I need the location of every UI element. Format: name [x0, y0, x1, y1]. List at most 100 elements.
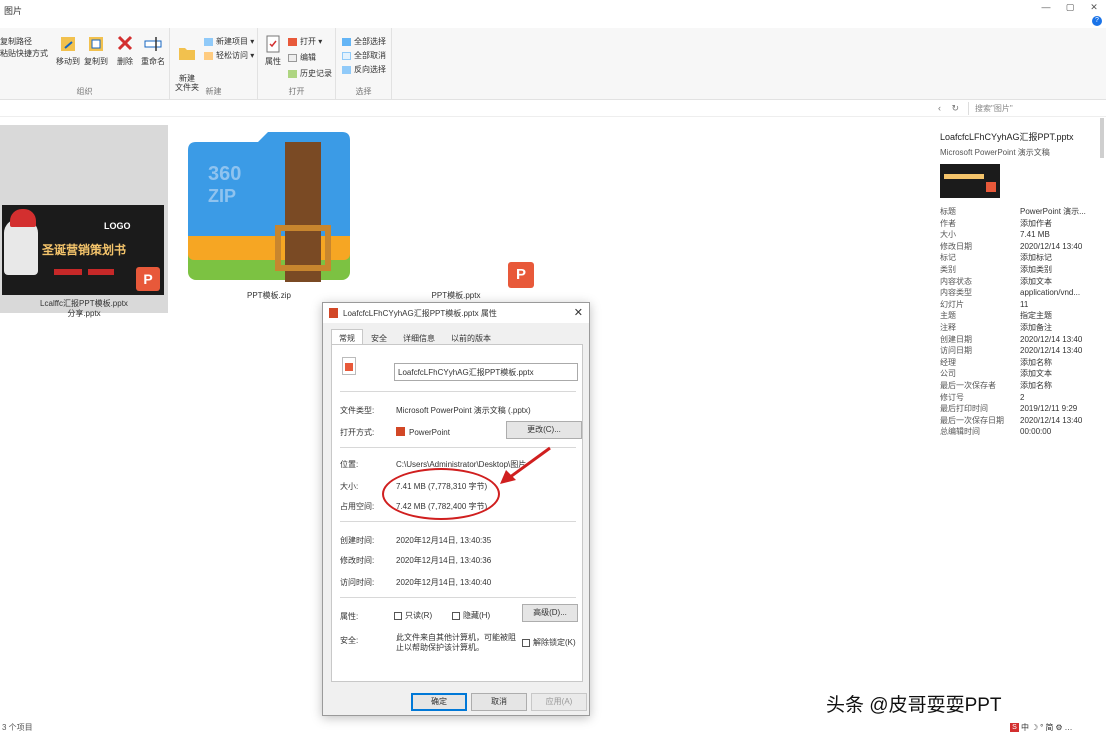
properties-icon — [266, 35, 280, 53]
divider — [340, 597, 576, 598]
file-type-label: 文件类型: — [340, 406, 375, 415]
pptx-thumbnail: LOGO 圣诞营销策划书 P — [2, 205, 164, 295]
annotation-circle — [382, 468, 500, 520]
history-label: 历史记录 — [300, 69, 332, 78]
open-with-app: PowerPoint — [409, 428, 450, 437]
location-label: 位置: — [340, 460, 359, 469]
properties-label: 属性 — [265, 57, 281, 66]
window-title: 图片 — [4, 6, 23, 16]
copy-to-label: 复制到 — [84, 57, 108, 66]
properties-button[interactable]: 属性 — [262, 34, 284, 67]
input-method-icon[interactable]: S — [1010, 723, 1019, 732]
search-input[interactable]: 搜索"图片" — [968, 102, 1093, 115]
checkbox-box — [394, 611, 402, 620]
minimize-button[interactable]: — — [1034, 0, 1058, 14]
hidden-checkbox[interactable]: 隐藏(H) — [452, 610, 490, 621]
folder-icon — [179, 48, 195, 60]
created-value: 2020年12月14日, 13:40:35 — [396, 536, 492, 545]
ribbon-group-new: 新建 文件夹 新建项目 ▾ 轻松访问 ▾ 新建 — [170, 28, 258, 100]
invert-selection-button[interactable]: 反向选择 — [342, 64, 386, 75]
select-none-button[interactable]: 全部取消 — [342, 50, 386, 61]
window-controls: — ▢ ✕ — [1034, 0, 1106, 14]
help-icon[interactable]: ? — [1092, 16, 1102, 26]
ok-button[interactable]: 确定 — [411, 693, 467, 711]
delete-button[interactable]: 删除 — [114, 34, 136, 67]
history-button[interactable]: 历史记录 — [288, 68, 332, 79]
accessed-label: 访问时间: — [340, 578, 375, 587]
tab-previous-versions[interactable]: 以前的版本 — [443, 329, 499, 345]
dialog-close-button[interactable]: ✕ — [574, 306, 583, 319]
copy-to-button[interactable]: 复制到 — [84, 34, 108, 67]
simplified-indicator[interactable]: 简 — [1045, 722, 1053, 733]
watermark-text: 头条 @皮哥耍耍PPT — [826, 695, 1002, 716]
open-button[interactable]: 打开 ▾ — [288, 36, 322, 47]
language-indicator[interactable]: 中 — [1021, 722, 1029, 733]
size-label: 大小: — [340, 482, 359, 491]
advanced-button[interactable]: 高级(D)... — [522, 604, 578, 622]
punctuation-icon[interactable]: ° — [1040, 723, 1043, 732]
checkbox-box — [452, 611, 460, 620]
santa-hat-image — [10, 209, 36, 227]
select-all-button[interactable]: 全部选择 — [342, 36, 386, 47]
rename-button[interactable]: 重命名 — [140, 34, 166, 67]
filename-input[interactable]: LoafcfcLFhCYyhAG汇报PPT模板.pptx — [394, 363, 578, 381]
refresh-icon[interactable]: ‹ ↻ — [938, 103, 963, 114]
powerpoint-file-icon — [329, 308, 338, 318]
new-item-label: 新建项目 ▾ — [216, 37, 255, 46]
cancel-button[interactable]: 取消 — [471, 693, 527, 711]
tab-general[interactable]: 常规 — [331, 329, 363, 345]
modified-label: 修改时间: — [340, 556, 375, 565]
powerpoint-icon[interactable]: P — [508, 262, 534, 288]
security-text: 此文件来自其他计算机，可能被阻止以帮助保护该计算机。 — [396, 633, 516, 652]
easy-access-button[interactable]: 轻松访问 ▾ — [204, 50, 254, 61]
ribbon-group-select: 全部选择 全部取消 反向选择 选择 — [336, 28, 392, 100]
zip-file-item[interactable]: 360 ZIP — [188, 132, 350, 284]
edit-button[interactable]: 编辑 — [288, 52, 316, 63]
ribbon-group-label: 组织 — [76, 87, 93, 96]
thumb-title-text: 圣诞营销策划书 — [42, 243, 127, 257]
paste-shortcut-button[interactable]: 粘贴快捷方式 — [0, 48, 48, 59]
dialog-tabs: 常规 安全 详细信息 以前的版本 — [331, 329, 499, 345]
divider — [340, 521, 576, 522]
new-item-button[interactable]: 新建项目 ▾ — [204, 36, 254, 47]
paste-shortcut-label: 粘贴快捷方式 — [0, 49, 48, 58]
dialog-title-bar: LoafcfcLFhCYyhAG汇报PPT模板.pptx 属性 ✕ — [323, 303, 589, 323]
detail-row: 注释 添加备注 — [940, 322, 1052, 332]
tab-details[interactable]: 详细信息 — [395, 329, 443, 345]
edit-label: 编辑 — [300, 53, 316, 62]
security-label: 安全: — [340, 636, 359, 645]
file-item-selected[interactable]: LOGO 圣诞营销策划书 P Lcalffc汇报PPT模板.pptx 分享.pp… — [0, 125, 168, 318]
close-button[interactable]: ✕ — [1082, 0, 1106, 14]
maximize-button[interactable]: ▢ — [1058, 0, 1082, 14]
apply-button[interactable]: 应用(A) — [531, 693, 587, 711]
file-type-value: Microsoft PowerPoint 演示文稿 (.pptx) — [396, 406, 531, 415]
details-pane: LoafcfcLFhCYyhAG汇报PPT.pptx Microsoft Pow… — [940, 118, 1100, 436]
change-button[interactable]: 更改(C)... — [506, 421, 582, 439]
unblock-label: 解除锁定(K) — [533, 638, 576, 647]
created-label: 创建时间: — [340, 536, 375, 545]
system-tray: S 中 ☽ ° 简 ⚙ … — [1010, 722, 1073, 733]
detail-row: 内容状态 添加文本 — [940, 276, 1052, 286]
unblock-checkbox[interactable]: 解除锁定(K) — [522, 637, 576, 648]
copy-path-label: 复制路径 — [0, 37, 32, 46]
detail-row: 公司 添加文本 — [940, 369, 1052, 379]
more-icon[interactable]: … — [1065, 723, 1073, 732]
detail-row: 最后一次保存日期 2020/12/14 13:40 — [940, 415, 1083, 425]
new-folder-button[interactable]: 新建 文件夹 — [174, 34, 200, 92]
tab-security[interactable]: 安全 — [363, 329, 395, 345]
ribbon-group-open: 属性 打开 ▾ 编辑 历史记录 打开 — [258, 28, 336, 100]
details-thumbnail — [940, 164, 1000, 198]
move-to-label: 移动到 — [56, 57, 80, 66]
title-bar: 图片 — ▢ ✕ ? — [0, 0, 1106, 26]
hidden-label: 隐藏(H) — [463, 611, 491, 620]
detail-row: 访问日期 2020/12/14 13:40 — [940, 346, 1083, 356]
annotation-arrow-icon — [500, 446, 551, 484]
details-scrollbar[interactable] — [1100, 118, 1104, 158]
detail-row: 标题 PowerPoint 演示... — [940, 207, 1086, 216]
copy-path-button[interactable]: 复制路径 — [0, 36, 32, 47]
moon-icon[interactable]: ☽ — [1031, 723, 1038, 732]
settings-icon[interactable]: ⚙ — [1055, 723, 1062, 732]
move-to-button[interactable]: 移动到 — [56, 34, 80, 67]
zip-archive-icon: 360 ZIP — [188, 132, 350, 282]
readonly-checkbox[interactable]: 只读(R) — [394, 610, 432, 621]
